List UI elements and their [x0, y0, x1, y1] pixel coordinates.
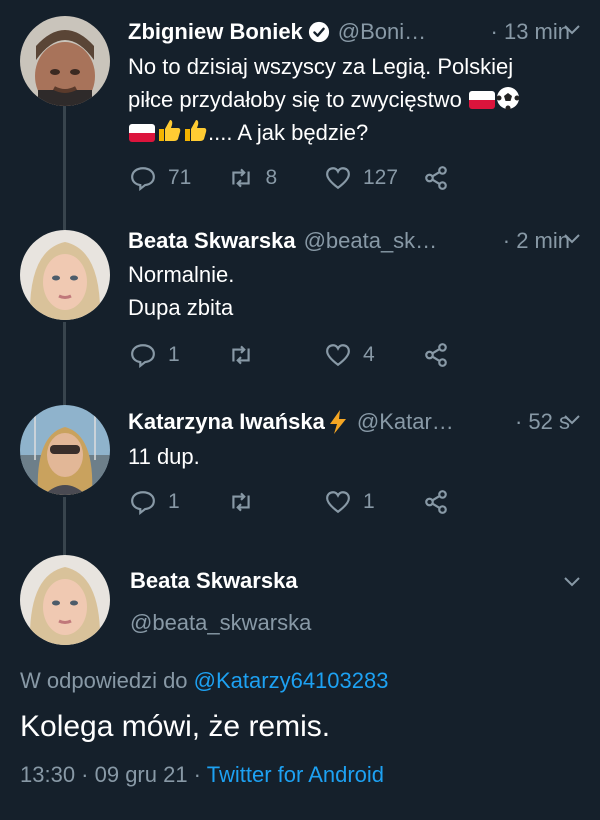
tweet-text-line: Dupa zbita	[128, 295, 234, 320]
chevron-down-icon[interactable]	[562, 20, 582, 40]
retweet-icon	[231, 168, 250, 188]
retweet-button[interactable]: 8	[228, 165, 326, 191]
retweet-icon	[231, 345, 250, 365]
reply-icon	[131, 491, 155, 515]
reply-button[interactable]: 71	[130, 165, 228, 191]
author-name[interactable]: Beata Skwarska	[128, 228, 296, 254]
thumbs-up-icon	[159, 120, 181, 141]
tweet-text: Normalnie. Dupa zbita	[128, 258, 580, 324]
share-button[interactable]	[423, 342, 521, 368]
client-link[interactable]: Twitter for Android	[207, 762, 384, 787]
lightning-icon	[329, 410, 346, 434]
author-name[interactable]: Zbigniew Boniek	[128, 19, 303, 45]
reply-count: 71	[168, 166, 192, 189]
chevron-down-icon[interactable]	[562, 572, 582, 592]
tweet-text-fragment: piłce przydałoby się to zwycięstwo	[128, 87, 462, 112]
tweet-datetime[interactable]: 13:30 · 09 gru 21 ·	[20, 762, 201, 787]
author-name[interactable]: Katarzyna Iwańska	[128, 409, 325, 435]
like-count: 4	[363, 343, 375, 366]
reply-icon	[131, 344, 155, 368]
tweet[interactable]: Katarzyna Iwańska @Katar… · 52 s 11 dup.…	[0, 390, 600, 550]
thumbs-up-icon	[185, 120, 207, 141]
author-handle[interactable]: @beata_sk…	[304, 228, 438, 254]
like-icon	[326, 344, 350, 367]
avatar[interactable]	[20, 16, 110, 106]
poland-flag-icon	[468, 91, 495, 109]
author-name[interactable]: Beata Skwarska	[130, 568, 298, 594]
avatar[interactable]	[20, 230, 110, 320]
verified-badge-icon	[308, 21, 329, 43]
reply-to-link[interactable]: @Katarzy64103283	[194, 668, 389, 693]
tweet-text-line: .... A jak będzie?	[128, 116, 580, 149]
tweet-text: 11 dup.	[128, 440, 580, 473]
tweet[interactable]: Zbigniew Boniek @Boni… · 13 min No to dz…	[0, 0, 600, 210]
reply-button[interactable]: 1	[130, 489, 228, 515]
like-button[interactable]: 1	[325, 489, 423, 515]
reply-prefix: W odpowiedzi do	[20, 668, 188, 693]
like-count: 127	[363, 166, 399, 189]
retweet-button[interactable]	[228, 342, 326, 368]
chevron-down-icon[interactable]	[562, 229, 582, 249]
like-icon	[326, 167, 350, 190]
reply-icon	[131, 167, 155, 191]
tweet-text-line: piłce przydałoby się to zwycięstwo	[128, 83, 580, 116]
reply-context: W odpowiedzi do @Katarzy64103283	[20, 668, 388, 694]
soccer-ball-icon	[496, 87, 520, 110]
author-handle[interactable]: @Boni…	[338, 19, 426, 45]
share-icon	[424, 166, 447, 190]
retweet-icon	[231, 492, 250, 512]
reply-button[interactable]: 1	[130, 342, 228, 368]
retweet-count: 8	[265, 166, 278, 189]
like-button[interactable]: 127	[325, 165, 423, 191]
share-button[interactable]	[423, 165, 521, 191]
tweet-text-line: Normalnie.	[128, 262, 235, 287]
poland-flag-icon	[129, 124, 155, 142]
tweet-text: Kolega mówi, że remis.	[20, 710, 331, 743]
tweet-text-fragment: .... A jak będzie?	[208, 120, 369, 145]
like-button[interactable]: 4	[325, 342, 423, 368]
avatar[interactable]	[20, 405, 110, 495]
like-count: 1	[363, 490, 375, 513]
tweet-meta: 13:30 · 09 gru 21 · Twitter for Android	[20, 762, 384, 788]
tweet-text: No to dzisiaj wszyscy za Legią. Polskiej…	[128, 50, 580, 149]
tweet[interactable]: Beata Skwarska @beata_sk… · 2 min Normal…	[0, 210, 600, 390]
avatar[interactable]	[20, 555, 110, 645]
tweet-text-line: No to dzisiaj wszyscy za Legią. Polskiej	[128, 54, 514, 79]
share-icon	[424, 343, 447, 367]
share-button[interactable]	[423, 489, 521, 515]
share-icon	[424, 490, 447, 514]
author-handle[interactable]: @beata_skwarska	[130, 610, 311, 636]
reply-count: 1	[168, 343, 180, 366]
like-icon	[326, 491, 350, 514]
retweet-button[interactable]	[228, 489, 326, 515]
author-handle[interactable]: @Katar…	[357, 409, 454, 435]
reply-count: 1	[168, 490, 180, 513]
chevron-down-icon[interactable]	[562, 410, 582, 430]
tweet-text-line: 11 dup.	[128, 444, 200, 469]
